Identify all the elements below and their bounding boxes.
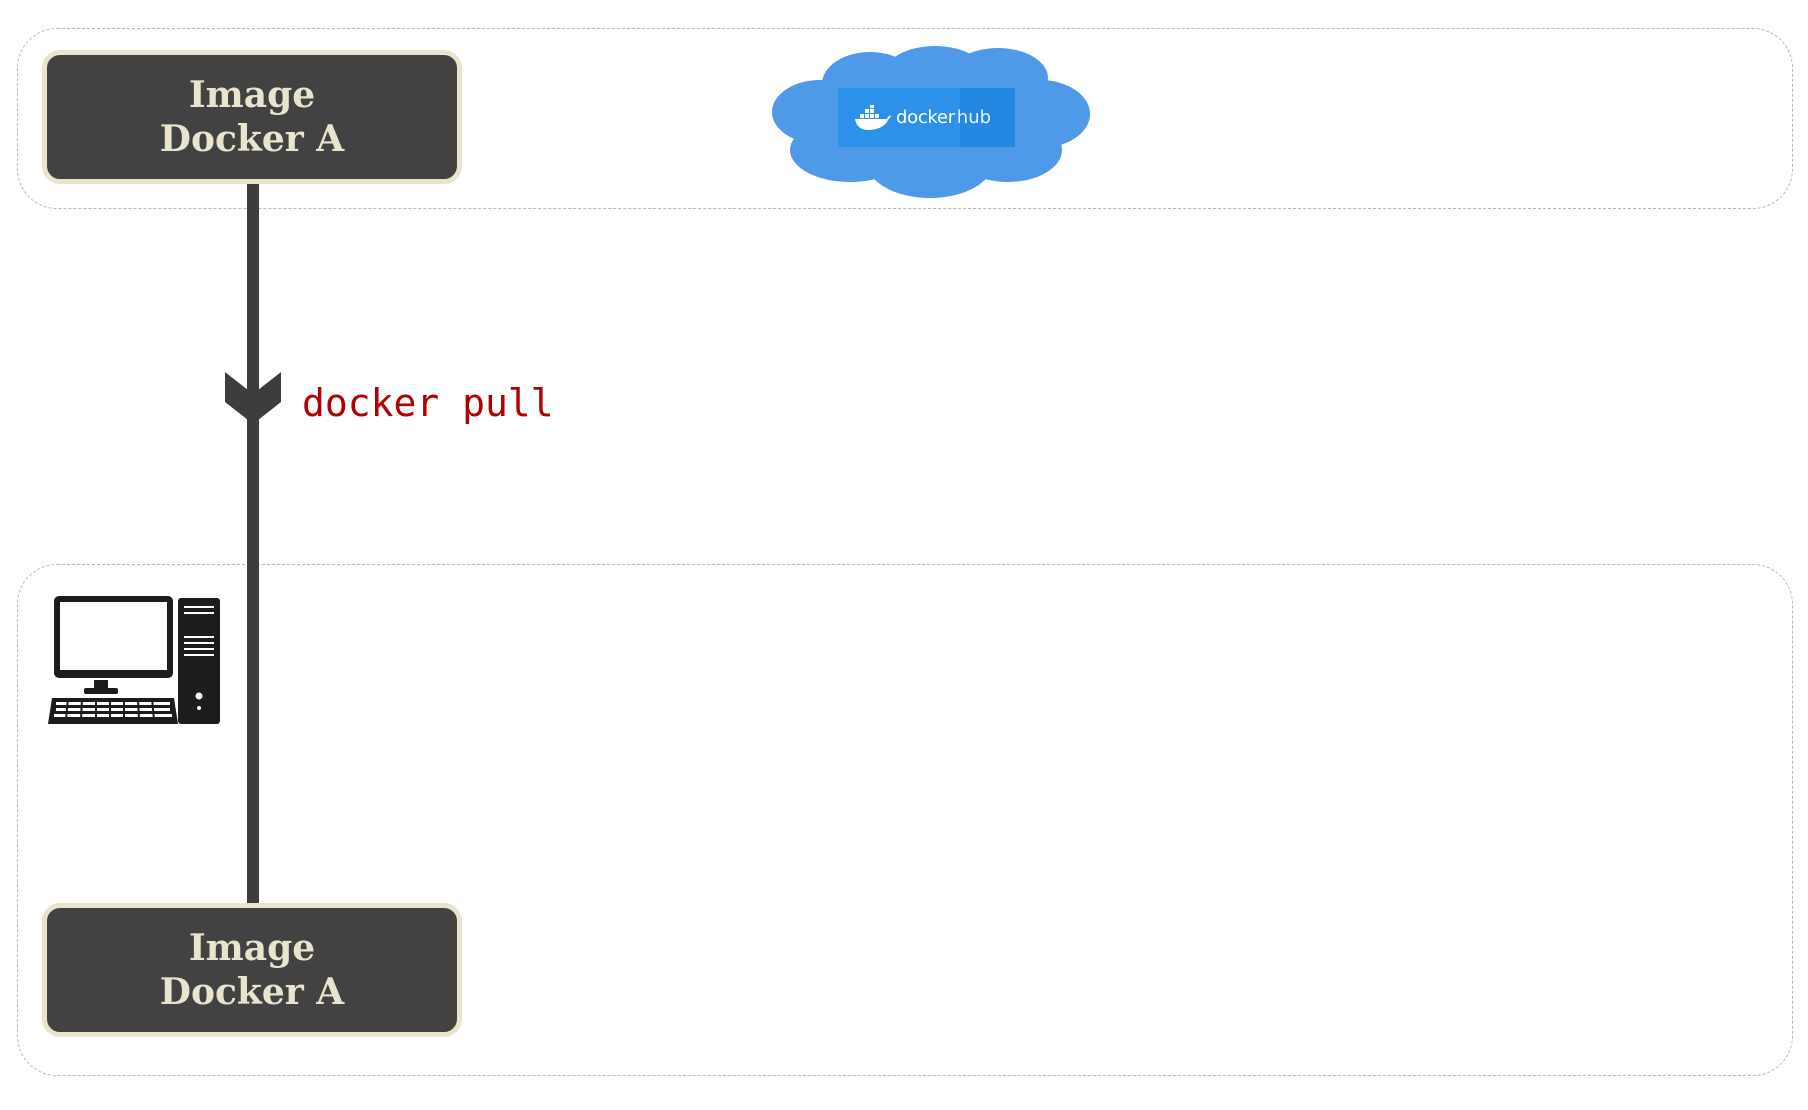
docker-hub-logo: docker hub <box>838 88 1015 147</box>
source-image-label: Image Docker A <box>160 73 344 161</box>
source-image-line2: Docker A <box>159 118 345 160</box>
docker-hub-brand: docker <box>896 107 955 128</box>
target-image-label: Image Docker A <box>160 926 344 1014</box>
docker-hub-suffix: hub <box>956 107 992 128</box>
connector-line <box>247 180 259 906</box>
source-image-box: Image Docker A <box>42 50 462 184</box>
target-image-line1: Image <box>188 927 316 969</box>
docker-pull-command: docker pull <box>302 381 554 425</box>
target-image-line2: Docker A <box>159 971 345 1013</box>
desktop-computer-icon <box>48 596 220 724</box>
docker-whale-icon <box>855 104 891 130</box>
target-image-box: Image Docker A <box>42 903 462 1037</box>
docker-pull-diagram: Image Docker A Image Docker A docker pul… <box>0 0 1808 1110</box>
source-image-line1: Image <box>188 74 316 116</box>
